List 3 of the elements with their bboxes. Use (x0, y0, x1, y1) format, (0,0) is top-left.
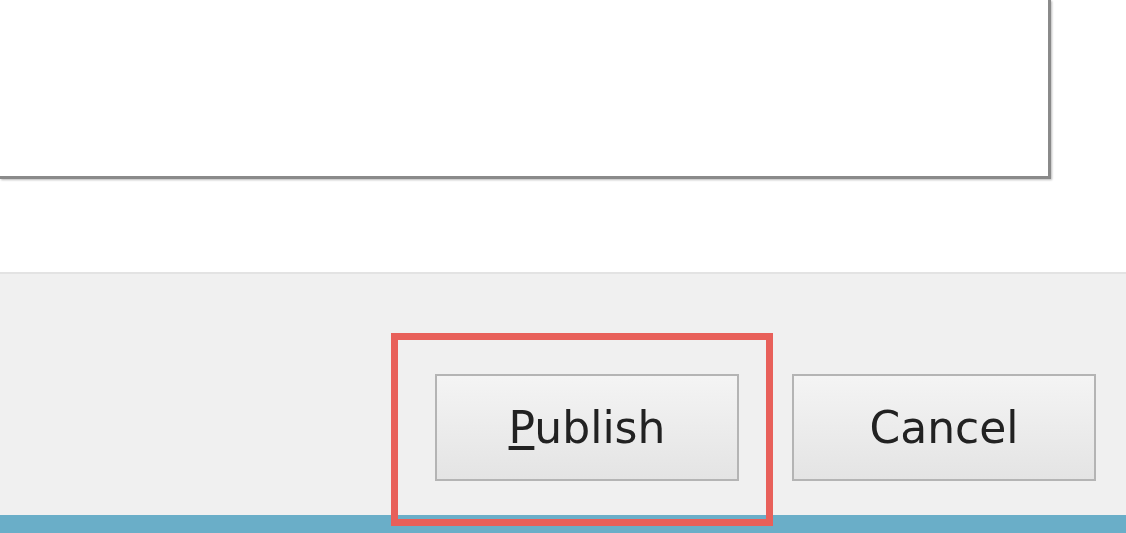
publish-button[interactable]: Publish (435, 374, 739, 481)
cancel-button[interactable]: Cancel (792, 374, 1096, 481)
text-area[interactable] (0, 0, 1051, 179)
